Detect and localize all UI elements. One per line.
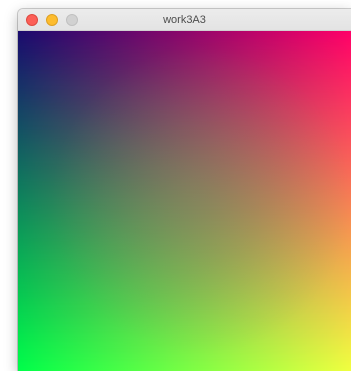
app-window: work3A3 <box>18 9 351 371</box>
window-title: work3A3 <box>163 14 206 26</box>
gradient-drawing <box>18 31 351 371</box>
title-bar[interactable]: work3A3 <box>18 9 351 31</box>
gradient-canvas <box>18 31 351 371</box>
gradient-center-blend <box>18 31 351 371</box>
